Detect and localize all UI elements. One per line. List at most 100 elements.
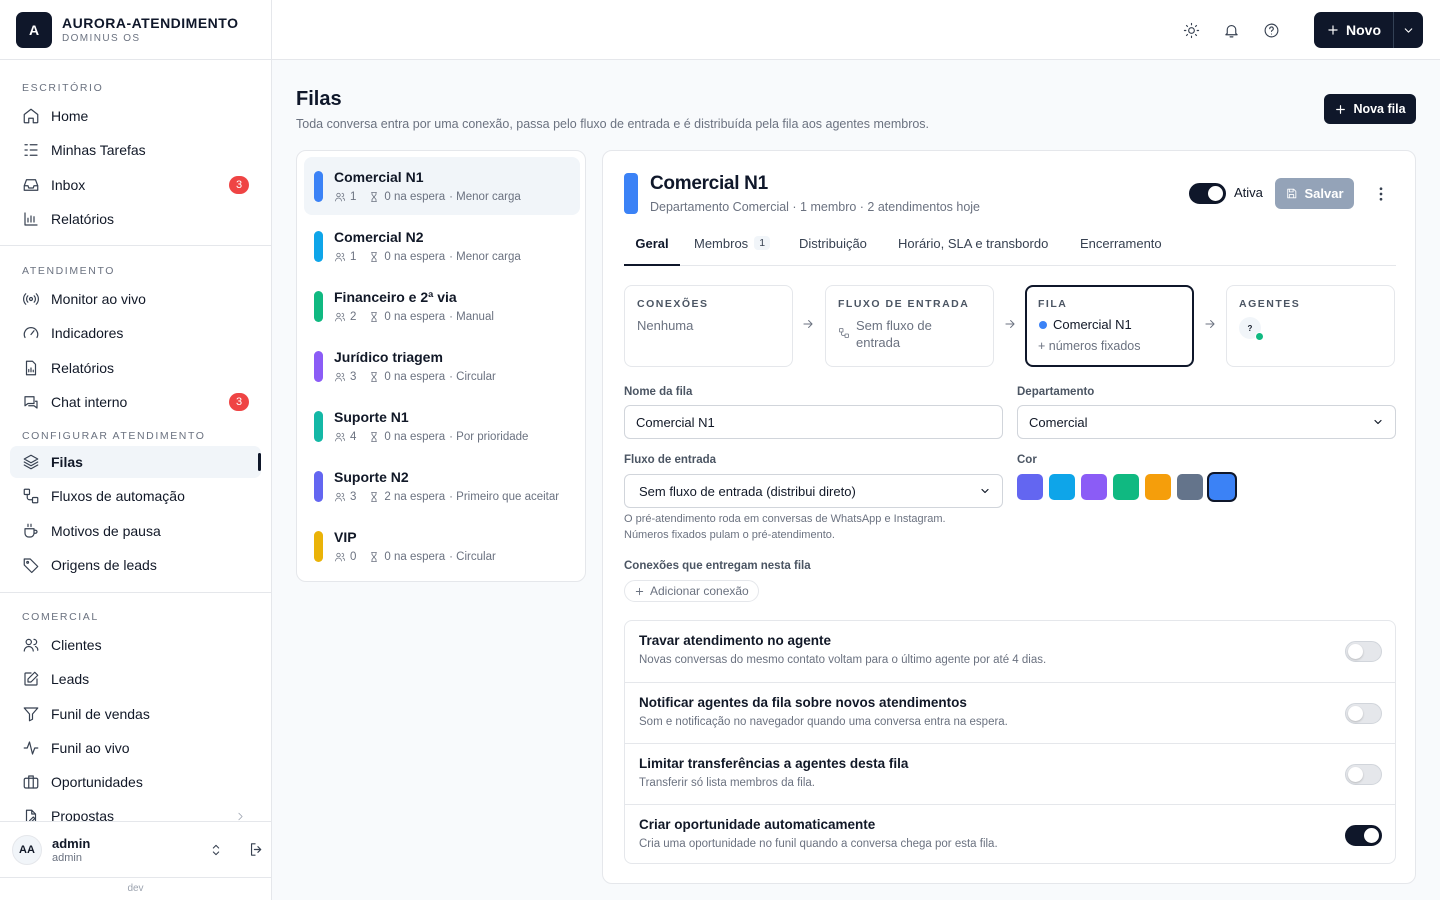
sidebar-item-chat-interno[interactable]: Chat interno 3 <box>10 386 261 418</box>
setting-toggle[interactable] <box>1345 703 1382 724</box>
queue-color-bar <box>314 411 323 442</box>
new-button-group: Novo <box>1314 12 1423 48</box>
chevrons-up-down-icon[interactable] <box>208 842 224 858</box>
flow-card-entry-flow[interactable]: FLUXO DE ENTRADA Sem fluxo de entrada <box>825 285 994 367</box>
sidebar-item-motivos-de-pausa[interactable]: Motivos de pausa <box>10 515 261 547</box>
sidebar-item-label: Funil de vendas <box>51 706 150 722</box>
help-button[interactable] <box>1261 20 1281 40</box>
queue-title: Comercial N1 <box>650 173 768 194</box>
more-vertical-icon[interactable] <box>1372 185 1390 203</box>
hourglass-icon <box>371 432 378 442</box>
section-label-atendimento: ATENDIMENTO <box>22 265 116 277</box>
sidebar-item-propostas[interactable]: Propostas <box>10 801 261 821</box>
sidebar-item-relatorios[interactable]: Relatórios <box>10 203 261 235</box>
queue-item[interactable]: Suporte N1 4 0 na espera · Por prioridade <box>304 397 580 455</box>
queue-waiting: 0 na espera <box>384 191 446 203</box>
flow-card-connections[interactable]: CONEXÕES Nenhuma <box>624 285 793 367</box>
queue-item[interactable]: Comercial N2 1 0 na espera · Menor carga <box>304 217 580 275</box>
theme-toggle[interactable] <box>1181 20 1201 40</box>
queue-item[interactable]: Financeiro e 2ª via 2 0 na espera · Manual <box>304 277 580 335</box>
sidebar-item-inbox[interactable]: Inbox 3 <box>10 169 261 201</box>
queue-item[interactable]: Suporte N2 3 2 na espera · Primeiro que ace… <box>304 457 580 515</box>
color-swatch[interactable] <box>1209 474 1235 500</box>
sidebar-item-funil-de-vendas[interactable]: Funil de vendas <box>10 698 261 730</box>
users-icon <box>335 252 345 262</box>
queue-members-count: 3 <box>350 371 357 383</box>
queue-name: Suporte N2 <box>334 469 409 485</box>
setting-description: Cria uma oportunidade no funil quando a … <box>639 838 998 850</box>
setting-toggle[interactable] <box>1345 641 1382 662</box>
coffee-icon <box>24 523 38 538</box>
entry-flow-field-label: Fluxo de entrada <box>624 454 717 466</box>
sidebar: A AURORA-ATENDIMENTO DOMINUS OS ESCRITÓR… <box>0 0 272 900</box>
brand-subtitle: DOMINUS OS <box>62 33 141 44</box>
sidebar-item-label: Chat interno <box>51 394 128 410</box>
chat-badge: 3 <box>229 393 249 411</box>
flow-card-agents[interactable]: AGENTES ? <box>1226 285 1395 367</box>
sidebar-item-relatorios-atendimento[interactable]: Relatórios <box>10 352 261 384</box>
sidebar-item-fluxos-de-automacao[interactable]: Fluxos de automação <box>10 480 261 512</box>
queue-waiting: 0 na espera <box>384 371 446 383</box>
new-button[interactable]: Novo <box>1314 12 1394 48</box>
flow-card-queue[interactable]: FILA Comercial N1 + números fixados <box>1025 285 1194 367</box>
tab-horario-sla-transbordo[interactable]: Horário, SLA e transbordo <box>898 236 1048 266</box>
flow-label: CONEXÕES <box>637 298 709 310</box>
setting-title: Limitar transferências a agentes desta f… <box>639 756 909 771</box>
setting-description: Transferir só lista membros da fila. <box>639 777 815 789</box>
notifications-button[interactable] <box>1221 20 1241 40</box>
filter-icon <box>23 707 39 722</box>
color-swatch[interactable] <box>1177 474 1203 500</box>
environment-label: dev <box>0 877 271 900</box>
new-queue-label: Nova fila <box>1353 102 1406 116</box>
sidebar-item-minhas-tarefas[interactable]: Minhas Tarefas <box>10 134 261 166</box>
color-swatch[interactable] <box>1145 474 1171 500</box>
sidebar-item-origens-de-leads[interactable]: Origens de leads <box>10 549 261 581</box>
flow-value: Comercial N1 <box>1053 317 1132 332</box>
hourglass-icon <box>371 372 378 382</box>
entry-flow-select[interactable]: Sem fluxo de entrada (distribui direto) <box>624 474 1003 508</box>
setting-title: Criar oportunidade automaticamente <box>639 817 876 832</box>
logout-icon[interactable] <box>248 841 265 858</box>
sidebar-item-indicadores[interactable]: Indicadores <box>10 317 261 349</box>
sidebar-item-funil-ao-vivo[interactable]: Funil ao vivo <box>10 732 261 764</box>
color-swatch[interactable] <box>1113 474 1139 500</box>
sidebar-item-monitor-ao-vivo[interactable]: Monitor ao vivo <box>10 283 261 315</box>
department-select[interactable]: Comercial <box>1017 405 1396 439</box>
active-toggle[interactable] <box>1189 183 1226 204</box>
queue-members-count: 1 <box>350 251 357 263</box>
queue-item[interactable]: VIP 0 0 na espera · Circular <box>304 517 580 575</box>
layers-icon <box>23 454 39 470</box>
new-dropdown-button[interactable] <box>1394 12 1423 48</box>
tab-membros[interactable]: Membros 1 <box>694 236 771 266</box>
setting-toggle[interactable] <box>1345 764 1382 785</box>
color-swatch[interactable] <box>1049 474 1075 500</box>
tab-geral[interactable]: Geral <box>624 236 680 266</box>
topbar: Novo <box>272 0 1440 60</box>
sidebar-item-oportunidades[interactable]: Oportunidades <box>10 766 261 798</box>
user-menu[interactable]: AA admin admin <box>0 821 271 877</box>
add-connection-button[interactable]: Adicionar conexão <box>624 580 759 602</box>
color-field-label: Cor <box>1017 454 1037 466</box>
brand[interactable]: A AURORA-ATENDIMENTO DOMINUS OS <box>0 0 271 60</box>
queue-item[interactable]: Comercial N1 1 0 na espera · Menor carga <box>304 157 580 215</box>
sidebar-item-leads[interactable]: Leads <box>10 663 261 695</box>
tag-icon <box>23 558 39 574</box>
save-button[interactable]: Salvar <box>1275 178 1354 209</box>
setting-row: Criar oportunidade automaticamente Cria u… <box>625 804 1395 865</box>
tab-distribuicao[interactable]: Distribuição <box>799 236 867 266</box>
sidebar-item-filas[interactable]: Filas <box>10 446 261 478</box>
new-queue-button[interactable]: Nova fila <box>1324 94 1416 124</box>
color-swatch[interactable] <box>1017 474 1043 500</box>
tab-encerramento[interactable]: Encerramento <box>1080 236 1162 266</box>
chevron-down-icon <box>1374 419 1382 425</box>
save-icon <box>1287 188 1297 199</box>
sidebar-item-clientes[interactable]: Clientes <box>10 629 261 661</box>
setting-toggle[interactable] <box>1345 825 1382 846</box>
sidebar-item-home[interactable]: Home <box>10 100 261 132</box>
entry-flow-hint-line1: O pré-atendimento roda em conversas de W… <box>624 513 946 525</box>
queue-item[interactable]: Jurídico triagem 3 0 na espera · Circular <box>304 337 580 395</box>
color-swatch[interactable] <box>1081 474 1107 500</box>
queue-color-dot <box>1039 321 1047 329</box>
name-field[interactable]: Comercial N1 <box>624 405 1003 439</box>
plus-icon <box>1336 104 1346 114</box>
